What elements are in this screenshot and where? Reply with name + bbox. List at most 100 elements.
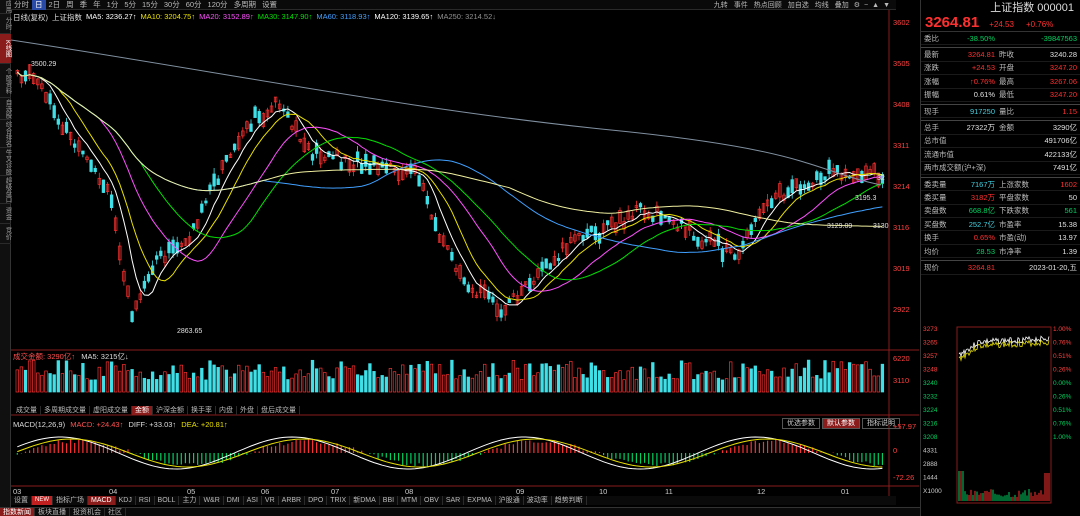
period-tab-6[interactable]: 1分: [104, 0, 122, 10]
toolbar-right-item-0[interactable]: 九转: [711, 0, 731, 10]
left-tab-9[interactable]: 竞价: [0, 224, 11, 244]
toolbar-right-item-5[interactable]: 叠加: [832, 0, 852, 10]
down-arrow-icon[interactable]: ▼: [881, 2, 892, 9]
volume-bar: [819, 378, 823, 393]
macd-button-0[interactable]: 优选参数: [782, 418, 820, 429]
toolbar-right-item-4[interactable]: 均线: [812, 0, 832, 10]
volume-tab-3[interactable]: 金额: [132, 406, 153, 415]
period-tab-3[interactable]: 周: [63, 0, 77, 10]
left-tab-1[interactable]: 分时: [0, 14, 11, 34]
toolbar-right-item-1[interactable]: 事件: [731, 0, 751, 10]
indicator-tab-8[interactable]: W&R: [200, 496, 224, 505]
period-tab-4[interactable]: 季: [77, 0, 91, 10]
left-tab-8[interactable]: 资金: [0, 204, 11, 224]
candle-body: [548, 263, 552, 270]
indicator-tab-3[interactable]: MACD: [88, 496, 116, 505]
period-tab-2[interactable]: 2日: [46, 0, 64, 10]
indicator-tab-0[interactable]: 设置: [11, 496, 32, 505]
quote-label: 总市值: [924, 136, 947, 146]
indicator-tab-23[interactable]: 趋势判断: [552, 496, 587, 505]
indicator-tab-9[interactable]: DMI: [224, 496, 244, 505]
quote-value: 7491亿: [1052, 163, 1077, 173]
date-axis-label: 08: [405, 487, 413, 496]
volume-tab-7[interactable]: 外盘: [237, 406, 258, 415]
indicator-tab-15[interactable]: 新DMA: [350, 496, 380, 505]
indicator-tab-4[interactable]: KDJ: [116, 496, 136, 505]
period-tab-1[interactable]: 日: [32, 0, 46, 10]
indicator-tab-10[interactable]: ASI: [244, 496, 262, 505]
volume-tab-1[interactable]: 多周期成交量: [41, 406, 90, 415]
quote-label: 现价: [924, 262, 939, 272]
indicator-tab-20[interactable]: EXPMA: [464, 496, 496, 505]
status-tab-2[interactable]: 投资机会: [70, 507, 105, 516]
indicator-tab-12[interactable]: ARBR: [279, 496, 306, 505]
quote-value: ↑0.76%: [969, 76, 995, 86]
status-tab-3[interactable]: 社区: [105, 507, 126, 516]
period-tab-5[interactable]: 年: [90, 0, 104, 10]
candle-body: [544, 258, 548, 269]
period-tab-13[interactable]: 设置: [259, 0, 280, 10]
volume-tab-6[interactable]: 内盘: [216, 406, 237, 415]
toolbar-right-item-2[interactable]: 热点回顾: [751, 0, 785, 10]
macd-button-1[interactable]: 默认参数: [822, 418, 860, 429]
up-arrow-icon[interactable]: ▲: [870, 2, 881, 9]
indicator-tab-1[interactable]: NEW: [32, 496, 53, 505]
left-tab-4[interactable]: 自选股: [0, 98, 11, 120]
gear-icon[interactable]: ⚙: [852, 1, 862, 9]
quote-label: 委比: [924, 33, 939, 43]
volume-bar: [368, 363, 372, 393]
period-tab-9[interactable]: 30分: [161, 0, 183, 10]
indicator-tab-6[interactable]: BOLL: [155, 496, 180, 505]
indicator-tab-11[interactable]: VR: [262, 496, 279, 505]
period-tab-12[interactable]: 多周期: [231, 0, 260, 10]
quote-row: 振幅 0.61% 最低 3247.20: [921, 89, 1080, 102]
indicator-tab-18[interactable]: OBV: [421, 496, 443, 505]
left-tab-7[interactable]: 超级盘口: [0, 176, 11, 204]
toolbar-right-item-3[interactable]: 加自选: [785, 0, 812, 10]
volume-bar: [191, 372, 196, 393]
macd-axis-label: 0: [893, 446, 897, 455]
candle-body: [109, 194, 114, 209]
volume-tab-0[interactable]: 成交量: [13, 406, 41, 415]
period-tab-11[interactable]: 120分: [205, 0, 231, 10]
indicator-tab-22[interactable]: 波动率: [524, 496, 552, 505]
indicator-tab-14[interactable]: TRIX: [327, 496, 351, 505]
period-tab-10[interactable]: 60分: [183, 0, 205, 10]
volume-tab-5[interactable]: 换手率: [188, 406, 216, 415]
intraday-mini-chart[interactable]: 3273 3265 3257 3248 3240 3232 3224 3216 3208 4331…: [921, 325, 1080, 505]
volume-tab-2[interactable]: 虚阳成交量: [90, 406, 132, 415]
indicator-tab-5[interactable]: RSI: [136, 496, 155, 505]
minus-icon[interactable]: −: [862, 2, 870, 9]
volume-bar: [159, 375, 163, 393]
volume-bar: [675, 378, 680, 393]
indicator-tab-13[interactable]: DPO: [305, 496, 328, 505]
mini-axis-right: 0.51%: [1053, 407, 1072, 414]
volume-tab-8[interactable]: 盘后成交量: [258, 406, 300, 415]
left-tab-0[interactable]: 应用: [0, 0, 11, 14]
volume-bar: [286, 379, 290, 393]
left-tab-2[interactable]: K线图: [0, 34, 11, 64]
volume-tab-4[interactable]: 沪深金额: [153, 406, 188, 415]
indicator-tab-7[interactable]: 主力: [179, 496, 201, 505]
indicator-tab-17[interactable]: MTM: [398, 496, 422, 505]
indicator-tab-16[interactable]: BBI: [380, 496, 399, 505]
indicator-tab-2[interactable]: 指标广场: [53, 496, 88, 505]
status-tab-0[interactable]: 指数新闻: [0, 507, 35, 516]
left-tab-6[interactable]: 牛叉诊股: [0, 148, 11, 176]
quote-row: 涨幅 ↑0.76% 最高 3267.06: [921, 75, 1080, 89]
macd-button-2[interactable]: 指标说明: [862, 418, 900, 429]
period-tab-8[interactable]: 15分: [139, 0, 161, 10]
left-tab-3[interactable]: 个股资料: [0, 64, 11, 98]
kline-chart-canvas[interactable]: 3602350534083311321431163019292203 04 05 06…: [11, 10, 920, 505]
indicator-tab-19[interactable]: SAR: [443, 496, 465, 505]
volume-bar: [405, 373, 409, 393]
period-tab-0[interactable]: 分时: [11, 0, 32, 10]
volume-bar: [667, 373, 671, 393]
volume-bar: [495, 375, 499, 393]
period-tab-7[interactable]: 5分: [121, 0, 139, 10]
status-tab-1[interactable]: 板块直播: [35, 507, 70, 516]
left-tab-5[interactable]: 综合排名: [0, 120, 11, 148]
indicator-tab-21[interactable]: 沪股通: [496, 496, 524, 505]
ma20-line: [16, 71, 883, 292]
volume-bar: [245, 365, 249, 393]
